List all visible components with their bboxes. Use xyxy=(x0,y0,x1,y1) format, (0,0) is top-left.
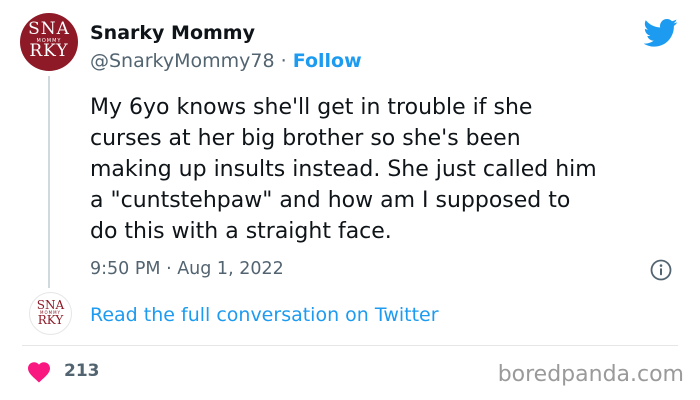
avatar-monogram-bottom: RKY xyxy=(29,41,69,61)
handle-separator: · xyxy=(280,50,287,72)
avatar-monogram-top: SNA xyxy=(28,19,70,39)
author-avatar[interactable]: SNA MOMMY RKY xyxy=(20,13,78,71)
follow-button[interactable]: Follow xyxy=(293,50,362,72)
author-display-name[interactable]: Snarky Mommy xyxy=(90,22,255,44)
author-handle[interactable]: @SnarkyMommy78 xyxy=(90,50,275,72)
like-count[interactable]: 213 xyxy=(64,361,100,381)
heart-icon[interactable] xyxy=(27,361,51,383)
info-icon[interactable] xyxy=(650,259,672,281)
author-handle-row: @SnarkyMommy78 · Follow xyxy=(90,50,362,72)
divider xyxy=(22,345,678,346)
read-full-conversation-link[interactable]: Read the full conversation on Twitter xyxy=(90,304,439,326)
reply-avatar: SNA MOMMY RKY xyxy=(29,292,72,335)
tweet-text: My 6yo knows she'll get in trouble if sh… xyxy=(90,95,597,244)
tweet-timestamp[interactable]: 9:50 PM · Aug 1, 2022 xyxy=(90,259,284,279)
thread-line xyxy=(48,76,50,288)
watermark: boredpanda.com xyxy=(497,362,684,387)
reply-avatar-monogram-bottom: RKY xyxy=(37,313,64,327)
twitter-bird-icon[interactable] xyxy=(644,18,678,48)
